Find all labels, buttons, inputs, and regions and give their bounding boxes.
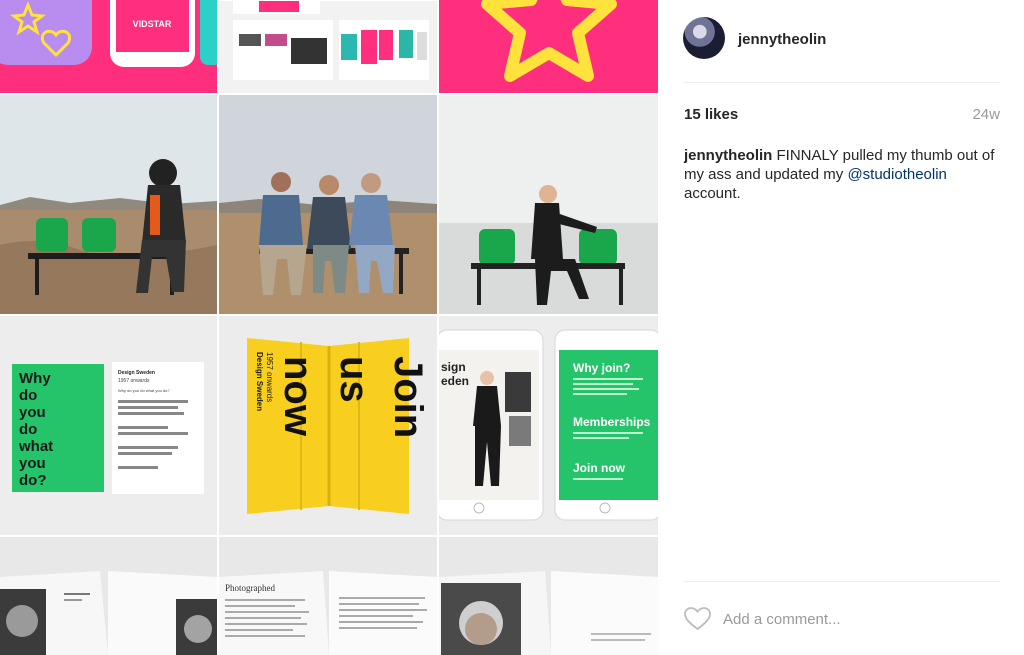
comment-divider: [684, 581, 1000, 582]
grid-tile-three-people-bench[interactable]: [219, 95, 437, 314]
why-line-7: do?: [19, 472, 47, 489]
grid-tile-tablets[interactable]: sign eden Why join? Memberships Join now: [439, 316, 658, 535]
why-line-3: you: [19, 404, 46, 421]
like-heart-icon[interactable]: [684, 607, 711, 631]
post-panel: [658, 0, 1024, 655]
caption-username[interactable]: jennytheolin: [684, 147, 772, 164]
grid-tile-diver-bench[interactable]: [439, 95, 658, 314]
join-word: Join: [386, 356, 430, 438]
post-username[interactable]: jennytheolin: [738, 31, 826, 48]
post-caption: jennytheolin FINNALY pulled my thumb out…: [684, 146, 1002, 203]
book-heading: Photographed: [225, 583, 275, 593]
pamphlet-question: Why do you do what you do?: [118, 388, 170, 393]
grid-tile-why-poster[interactable]: Why do you do what you do? Design Sweden…: [0, 316, 217, 535]
tablet-heading-1: sign: [441, 360, 466, 374]
grid-tile-vidstar-app[interactable]: VIDSTAR: [0, 0, 217, 93]
grid-tile-book-portrait-2[interactable]: [439, 537, 658, 655]
design-sweden-label: Design Sweden: [255, 352, 264, 411]
grid-gutter: [217, 0, 219, 655]
header-divider: [684, 82, 1000, 83]
why-line-5: what: [18, 438, 53, 455]
memberships-heading: Memberships: [573, 415, 651, 429]
post-age[interactable]: 24w: [972, 106, 1000, 123]
pamphlet-title: Design Sweden: [118, 370, 155, 376]
why-line-2: do: [19, 387, 37, 404]
grid-tile-book-text[interactable]: Photographed: [219, 537, 437, 655]
grid-tile-book-portrait-1[interactable]: [0, 537, 217, 655]
why-line-6: you: [19, 455, 46, 472]
why-line-1: Why: [19, 370, 51, 387]
grid-gutter: [0, 314, 658, 316]
grid-gutter: [437, 0, 439, 655]
grid-tile-star[interactable]: [439, 0, 658, 93]
tablet-heading-2: eden: [441, 374, 469, 388]
pamphlet-sub: 1957 onwards: [118, 378, 150, 384]
caption-mention-link[interactable]: @studiotheolin: [847, 166, 946, 183]
grid-tile-join-us-now[interactable]: Design Sweden 1957 onwards Join us now: [219, 316, 437, 535]
why-line-4: do: [19, 421, 37, 438]
add-comment-input[interactable]: Add a comment...: [723, 611, 841, 628]
grid-tile-motorcross-bench[interactable]: [0, 95, 217, 314]
grid-gutter: [0, 535, 658, 537]
why-join-heading: Why join?: [573, 361, 630, 375]
caption-end: account.: [684, 185, 741, 202]
grid-tile-brand-layout[interactable]: [219, 0, 437, 93]
photo-grid: VIDSTAR Why do you do what you do? Desig…: [0, 0, 658, 655]
us-word: us: [332, 356, 376, 403]
awards-label: 1957 onwards: [265, 352, 274, 402]
vidstar-label: VIDSTAR: [133, 19, 172, 29]
star-icon: [481, 0, 617, 82]
grid-gutter: [0, 93, 658, 95]
likes-count[interactable]: 15 likes: [684, 106, 738, 123]
now-word: now: [276, 356, 320, 437]
join-now-heading: Join now: [573, 461, 626, 475]
user-avatar[interactable]: [683, 17, 725, 59]
